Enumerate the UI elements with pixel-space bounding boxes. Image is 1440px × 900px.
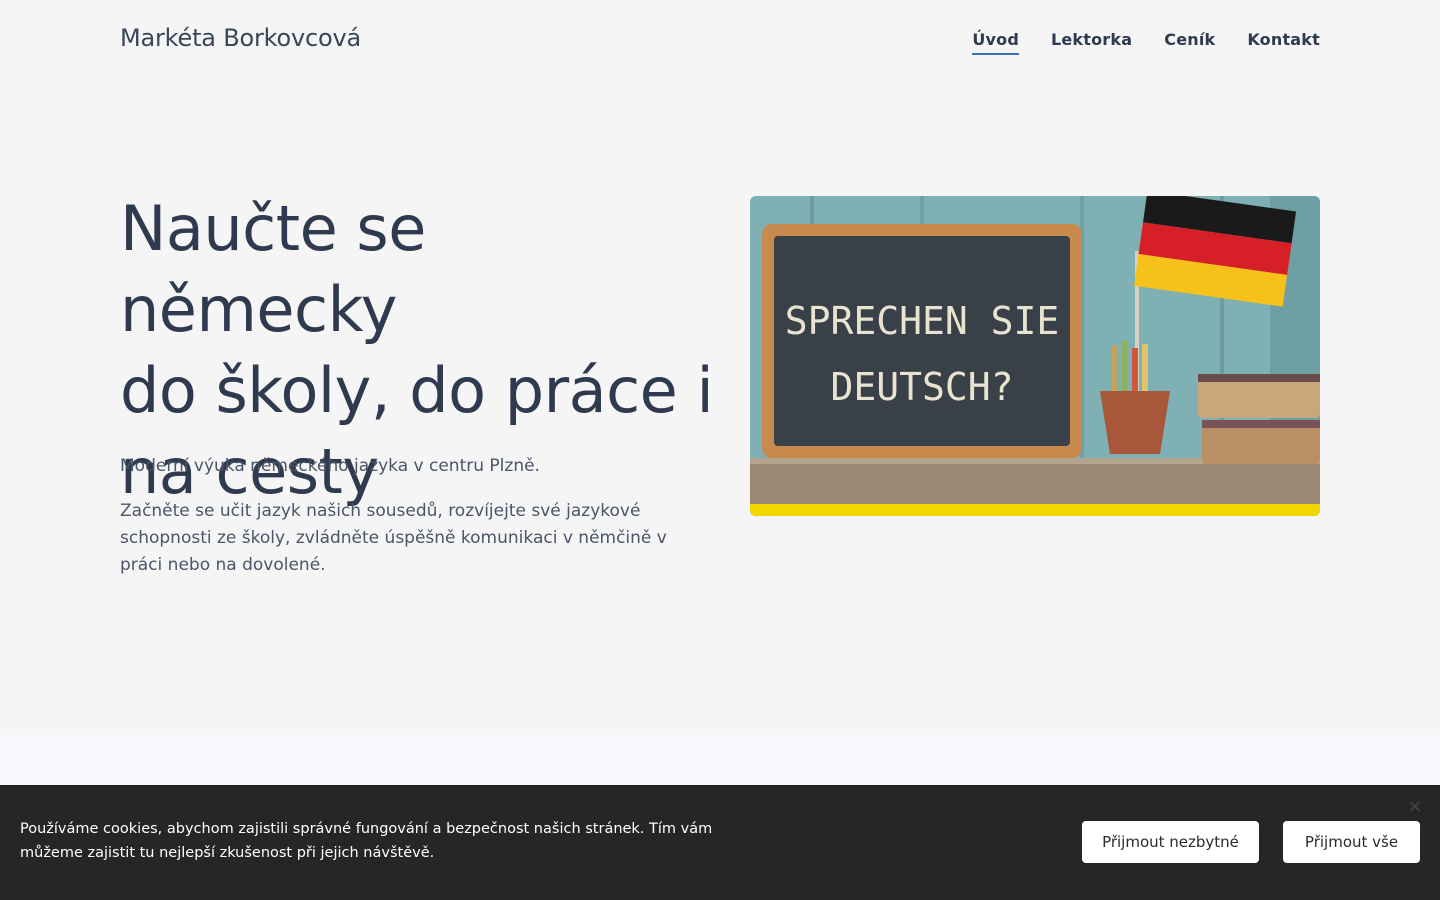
chalkboard-line-1: SPRECHEN SIE <box>785 299 1060 343</box>
accept-necessary-cookies-button[interactable]: Přijmout nezbytné <box>1082 821 1259 863</box>
nav-item-cenik[interactable]: Ceník <box>1164 30 1215 55</box>
close-icon[interactable]: × <box>1405 797 1425 817</box>
hero-image-illustration: SPRECHEN SIE DEUTSCH? <box>750 196 1320 516</box>
main-nav: Úvod Lektorka Ceník Kontakt <box>972 30 1320 55</box>
next-section-band <box>0 735 1440 785</box>
nav-item-lektorka[interactable]: Lektorka <box>1051 30 1132 55</box>
chalkboard-line-2: DEUTSCH? <box>830 365 1013 409</box>
nav-item-uvod[interactable]: Úvod <box>972 30 1019 55</box>
hero-title-line-2: do školy, do práce i <box>120 354 714 427</box>
site-header: Markéta Borkovcová Úvod Lektorka Ceník K… <box>0 0 1440 80</box>
brand-logo-text[interactable]: Markéta Borkovcová <box>120 24 361 52</box>
hero-title-line-1: Naučte se německy <box>120 192 426 346</box>
hero-image: SPRECHEN SIE DEUTSCH? <box>750 196 1320 516</box>
hero-lead: Moderní výuka německého jazyka v centru … <box>120 456 540 476</box>
pencil-pot <box>1100 391 1170 454</box>
nav-item-kontakt[interactable]: Kontakt <box>1247 30 1320 55</box>
cookie-consent-bar: Používáme cookies, abychom zajistili spr… <box>0 785 1440 900</box>
cookie-consent-text: Používáme cookies, abychom zajistili spr… <box>20 821 713 861</box>
hero-text: Začněte se učit jazyk našich sousedů, ro… <box>120 501 667 575</box>
accept-all-cookies-button[interactable]: Přijmout vše <box>1283 821 1420 863</box>
